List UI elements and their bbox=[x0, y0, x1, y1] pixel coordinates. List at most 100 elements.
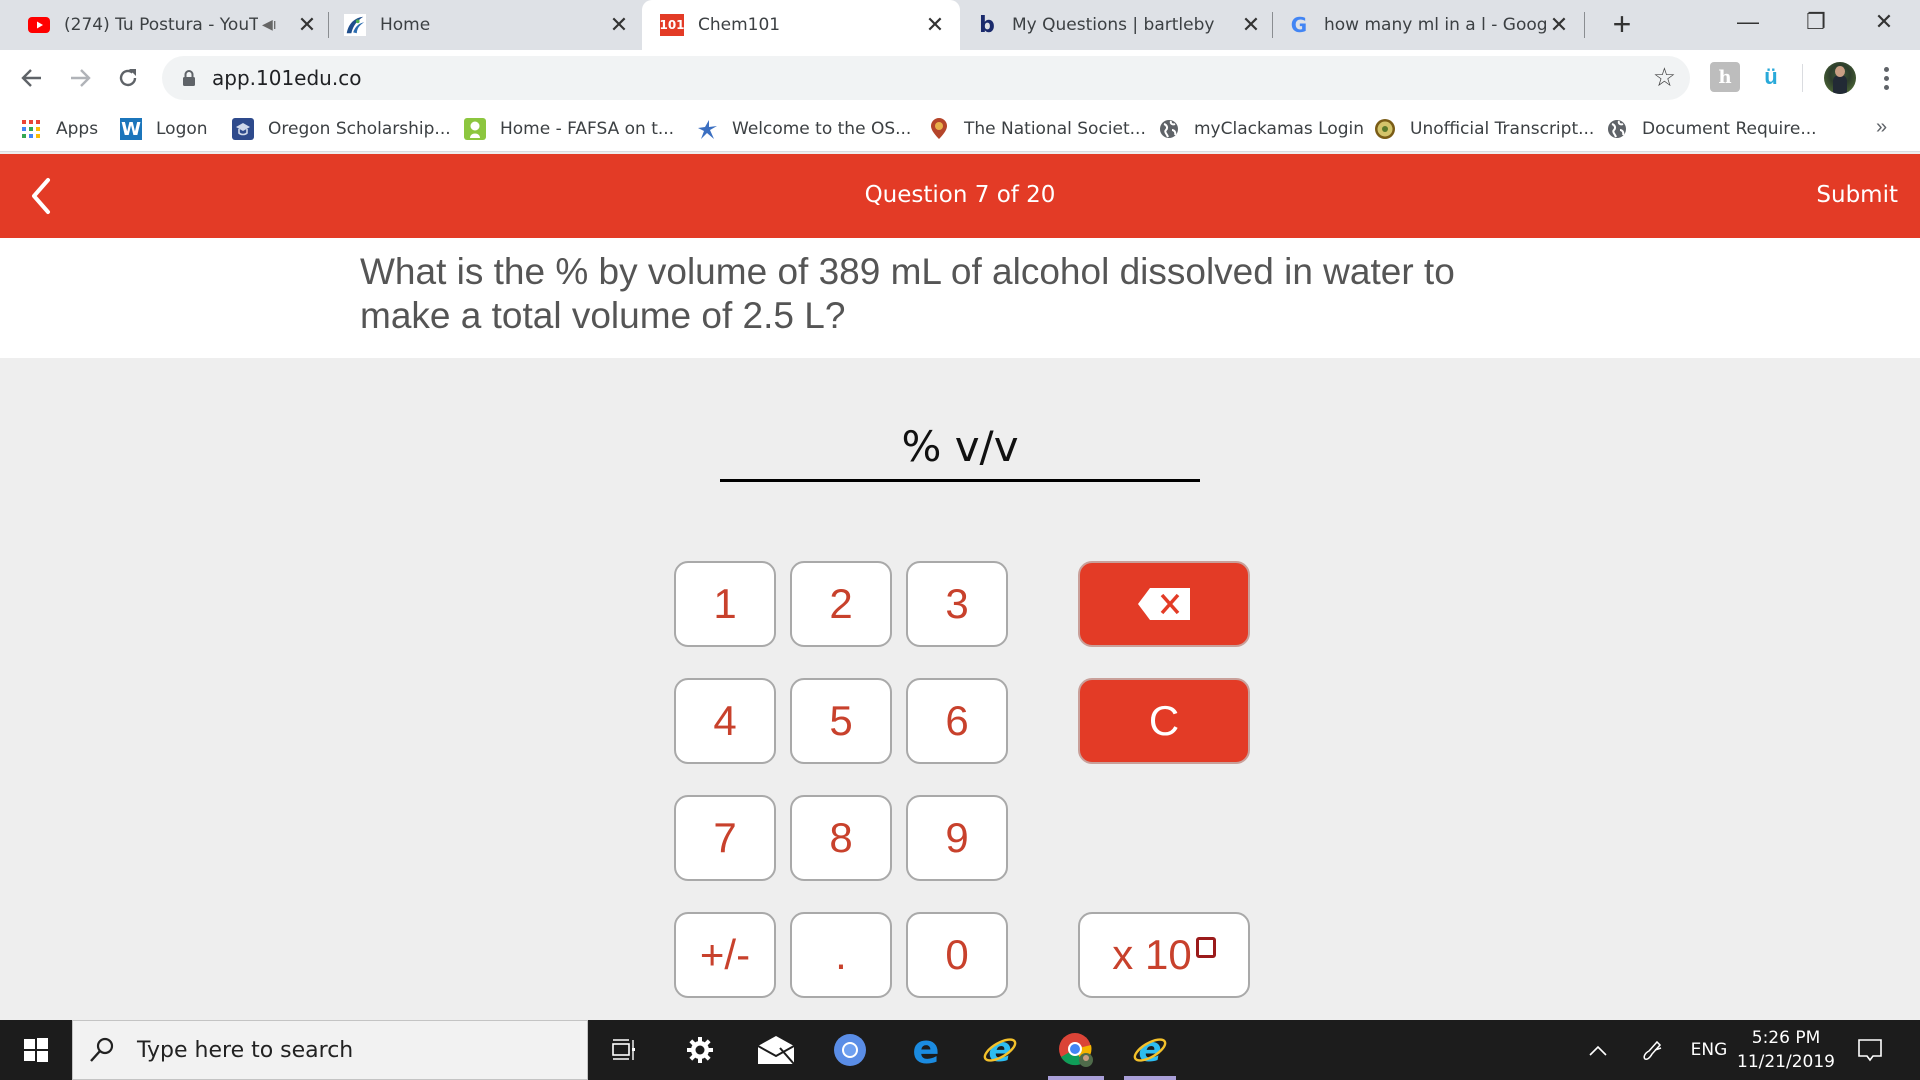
seal-icon bbox=[1374, 118, 1396, 140]
clear-button[interactable]: C bbox=[1078, 678, 1250, 764]
toolbar-divider bbox=[1802, 64, 1803, 92]
taskbar-search-box[interactable]: Type here to search bbox=[72, 1020, 588, 1080]
address-bar[interactable]: app.101edu.co ☆ bbox=[162, 56, 1690, 100]
bookmark-national-society[interactable]: The National Societ... bbox=[928, 106, 1146, 152]
tab-youtube[interactable]: (274) Tu Postura - YouT ◀ı ✕ bbox=[28, 0, 318, 50]
bookmark-fafsa[interactable]: Home - FAFSA on t... bbox=[464, 106, 674, 152]
bookmark-label: Apps bbox=[56, 119, 99, 139]
close-window-button[interactable]: ✕ bbox=[1850, 0, 1918, 44]
language-indicator[interactable]: ENG bbox=[1684, 1020, 1734, 1080]
scholarship-icon bbox=[232, 118, 254, 140]
answer-units: % v/v bbox=[901, 422, 1019, 471]
tab-separator bbox=[1584, 12, 1585, 38]
tab-title: Home bbox=[380, 15, 431, 35]
close-tab-icon[interactable]: ✕ bbox=[924, 13, 946, 38]
key-2[interactable]: 2 bbox=[790, 561, 892, 647]
restore-button[interactable]: ❐ bbox=[1782, 0, 1850, 44]
start-button[interactable] bbox=[0, 1020, 72, 1080]
osu-figure-icon bbox=[696, 118, 718, 140]
bookmarks-bar: Apps W Logon Oregon Scholarship... Home … bbox=[0, 106, 1920, 152]
answer-field[interactable]: % v/v bbox=[720, 412, 1200, 482]
close-tab-icon[interactable]: ✕ bbox=[1548, 13, 1570, 38]
tab-chem101[interactable]: 101 Chem101 ✕ bbox=[642, 0, 960, 50]
action-center-button[interactable] bbox=[1850, 1020, 1890, 1080]
answer-underline bbox=[720, 479, 1200, 482]
key-3[interactable]: 3 bbox=[906, 561, 1008, 647]
owl-extension-icon[interactable]: ü bbox=[1756, 62, 1786, 92]
bookmark-myclackamas[interactable]: myClackamas Login bbox=[1158, 106, 1364, 152]
bookmark-apps[interactable]: Apps bbox=[20, 106, 98, 152]
key-9[interactable]: 9 bbox=[906, 795, 1008, 881]
chromium-icon[interactable] bbox=[820, 1026, 880, 1074]
back-button[interactable] bbox=[12, 58, 52, 98]
submit-button[interactable]: Submit bbox=[1816, 182, 1898, 208]
globe-icon bbox=[1606, 118, 1628, 140]
arrow-right-icon bbox=[71, 69, 91, 87]
close-tab-icon[interactable]: ✕ bbox=[1240, 13, 1262, 38]
tab-separator bbox=[1272, 12, 1273, 38]
reload-icon bbox=[119, 69, 137, 87]
edge-icon[interactable]: e bbox=[896, 1026, 956, 1074]
reload-button[interactable] bbox=[108, 58, 148, 98]
bookmarks-overflow-button[interactable]: » bbox=[1876, 116, 1887, 139]
bookmark-label: Logon bbox=[156, 119, 208, 139]
tab-bartleby[interactable]: b My Questions | bartleby ✕ bbox=[976, 0, 1262, 50]
profile-avatar[interactable] bbox=[1824, 62, 1856, 94]
tab-separator bbox=[328, 12, 329, 38]
key-plus-minus[interactable]: +/- bbox=[674, 912, 776, 998]
bookmark-osu[interactable]: Welcome to the OS... bbox=[696, 106, 911, 152]
question-panel: What is the % by volume of 389 mL of alc… bbox=[0, 238, 1920, 358]
bookmark-logon[interactable]: W Logon bbox=[120, 106, 208, 152]
task-view-icon[interactable] bbox=[594, 1026, 654, 1074]
lock-icon bbox=[182, 69, 196, 87]
chrome-icon[interactable] bbox=[1046, 1026, 1106, 1080]
tab-title: My Questions | bartleby bbox=[1012, 15, 1215, 35]
tab-home[interactable]: Home ✕ bbox=[344, 0, 630, 50]
forward-button[interactable] bbox=[60, 58, 100, 98]
url-text[interactable]: app.101edu.co bbox=[212, 66, 361, 90]
tab-google[interactable]: G how many ml in a l - Googl ✕ bbox=[1288, 0, 1570, 50]
bookmark-label: Document Require... bbox=[1642, 119, 1817, 139]
backspace-button[interactable] bbox=[1078, 561, 1250, 647]
tab-title: (274) Tu Postura - YouT bbox=[64, 15, 258, 35]
globe-icon bbox=[1158, 118, 1180, 140]
bookmark-unofficial-transcript[interactable]: Unofficial Transcript... bbox=[1374, 106, 1594, 152]
key-decimal[interactable]: . bbox=[790, 912, 892, 998]
key-5[interactable]: 5 bbox=[790, 678, 892, 764]
notification-icon bbox=[1858, 1039, 1882, 1062]
internet-explorer-icon[interactable]: e bbox=[970, 1026, 1030, 1074]
mail-icon[interactable] bbox=[746, 1026, 806, 1074]
honey-extension-icon[interactable]: h bbox=[1710, 62, 1740, 92]
svg-text:e: e bbox=[1138, 1032, 1161, 1068]
bookmark-oregon-scholarship[interactable]: Oregon Scholarship... bbox=[232, 106, 451, 152]
bartleby-icon: b bbox=[979, 12, 995, 38]
browser-menu-icon[interactable] bbox=[1876, 62, 1896, 94]
key-0[interactable]: 0 bbox=[906, 912, 1008, 998]
key-7[interactable]: 7 bbox=[674, 795, 776, 881]
key-8[interactable]: 8 bbox=[790, 795, 892, 881]
tab-title: how many ml in a l - Googl bbox=[1324, 15, 1548, 35]
pen-ink-icon[interactable] bbox=[1634, 1020, 1670, 1080]
scientific-notation-button[interactable]: x 10 bbox=[1078, 912, 1250, 998]
settings-icon[interactable] bbox=[670, 1026, 730, 1074]
minimize-button[interactable]: — bbox=[1714, 0, 1782, 44]
close-tab-icon[interactable]: ✕ bbox=[296, 13, 318, 38]
quiz-header: Question 7 of 20 Submit bbox=[0, 154, 1920, 238]
show-hidden-icons-button[interactable] bbox=[1580, 1020, 1616, 1080]
fafsa-icon bbox=[464, 118, 486, 140]
key-1[interactable]: 1 bbox=[674, 561, 776, 647]
key-6[interactable]: 6 bbox=[906, 678, 1008, 764]
close-tab-icon[interactable]: ✕ bbox=[608, 13, 630, 38]
svg-text:e: e bbox=[988, 1032, 1011, 1068]
taskbar-clock[interactable]: 5:26 PM 11/21/2019 bbox=[1730, 1026, 1842, 1074]
bookmark-document-require[interactable]: Document Require... bbox=[1606, 106, 1817, 152]
speaker-icon[interactable]: ◀ı bbox=[262, 17, 282, 33]
new-tab-button[interactable]: + bbox=[1604, 6, 1640, 42]
bookmark-label: Welcome to the OS... bbox=[732, 119, 912, 139]
bookmark-label: The National Societ... bbox=[964, 119, 1146, 139]
sci-label: x 10 bbox=[1112, 931, 1192, 978]
internet-explorer-icon[interactable]: e bbox=[1120, 1026, 1180, 1080]
bookmark-star-icon[interactable]: ☆ bbox=[1653, 62, 1676, 93]
key-4[interactable]: 4 bbox=[674, 678, 776, 764]
clock-date: 11/21/2019 bbox=[1737, 1052, 1835, 1072]
